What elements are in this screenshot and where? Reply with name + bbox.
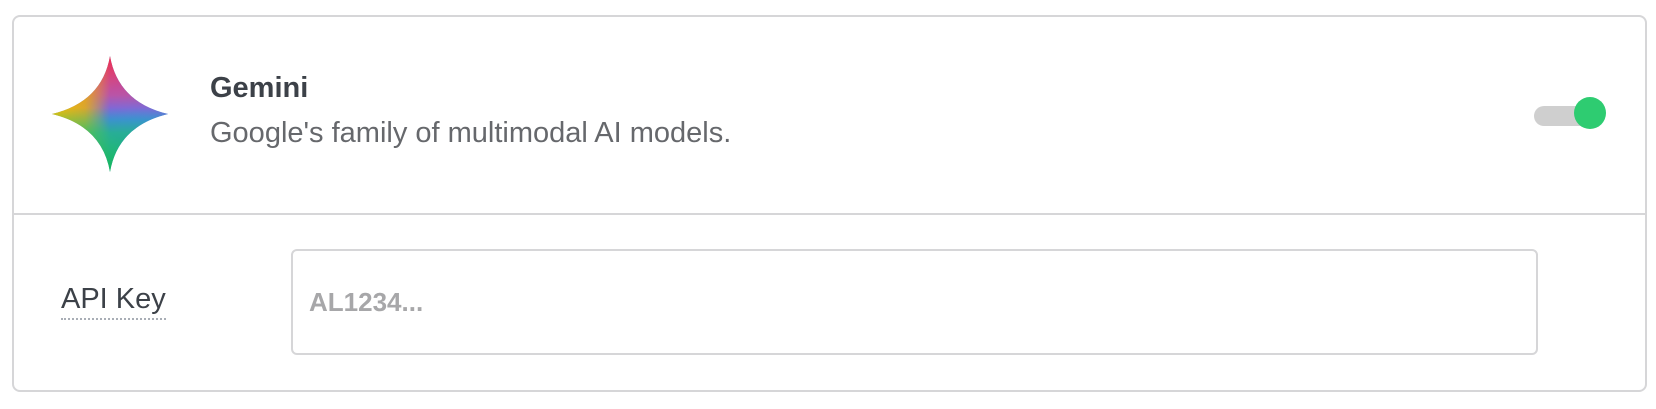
provider-name: Gemini bbox=[210, 72, 309, 104]
gemini-sparkle-icon bbox=[48, 52, 172, 176]
provider-header: Gemini Google's family of multimodal AI … bbox=[14, 17, 1645, 215]
provider-description: Google's family of multimodal AI models. bbox=[210, 117, 732, 149]
api-key-input[interactable] bbox=[291, 249, 1538, 355]
toggle-knob bbox=[1574, 97, 1606, 129]
provider-card: Gemini Google's family of multimodal AI … bbox=[12, 15, 1647, 392]
api-key-label: API Key bbox=[61, 283, 166, 320]
provider-settings: API Key bbox=[14, 215, 1645, 392]
provider-enable-toggle[interactable] bbox=[1534, 97, 1606, 133]
